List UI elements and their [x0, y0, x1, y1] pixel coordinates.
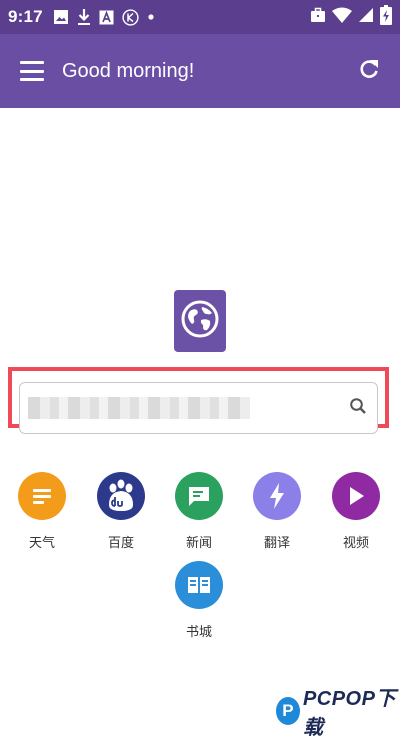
weather-lines-icon — [18, 472, 66, 520]
shortcut-video[interactable]: 视频 — [324, 472, 388, 551]
pcpop-watermark: P PCPOP下载 — [276, 682, 400, 740]
battery-charging-icon — [380, 4, 392, 30]
globe-icon — [180, 299, 220, 344]
refresh-icon[interactable] — [358, 58, 380, 85]
gallery-icon — [53, 9, 69, 25]
shortcut-label: 书城 — [185, 624, 212, 639]
shortcut-label: 新闻 — [185, 535, 212, 550]
app-bar: Good morning! — [0, 34, 400, 108]
notification-icons — [53, 8, 155, 26]
a-badge-icon — [99, 10, 114, 25]
briefcase-icon — [310, 7, 326, 28]
status-time: 9:17 — [8, 7, 43, 26]
shortcut-label: 百度 — [107, 535, 134, 550]
browser-logo — [174, 290, 226, 352]
watermark-text: PCPOP下载 — [302, 688, 396, 739]
shortcut-bookstore[interactable]: 书城 — [167, 561, 231, 640]
pcpop-logo-icon: P — [276, 697, 300, 725]
dot-icon — [147, 13, 155, 21]
search-box[interactable] — [19, 382, 378, 434]
download-icon — [77, 8, 91, 26]
shortcut-label: 视频 — [342, 535, 369, 550]
news-message-icon — [175, 472, 223, 520]
signal-icon — [358, 7, 374, 28]
shortcut-label: 翻译 — [263, 535, 290, 550]
translate-bolt-icon — [253, 472, 301, 520]
status-bar: 9:17 — [0, 0, 400, 34]
book-icon — [175, 561, 223, 609]
menu-icon[interactable] — [20, 61, 44, 81]
k-circle-icon — [122, 8, 139, 26]
greeting-title: Good morning! — [62, 59, 195, 82]
baidu-paw-icon — [97, 472, 145, 520]
search-input[interactable] — [30, 398, 349, 418]
shortcut-news[interactable]: 新闻 — [167, 472, 231, 551]
shortcut-baidu[interactable]: 百度 — [89, 472, 153, 551]
shortcut-weather[interactable]: 天气 — [10, 472, 74, 551]
wifi-icon — [332, 7, 352, 28]
shortcut-label: 天气 — [28, 535, 55, 550]
status-right-icons — [310, 4, 392, 30]
search-icon[interactable] — [349, 397, 367, 420]
shortcut-translate[interactable]: 翻译 — [245, 472, 309, 551]
video-play-icon — [332, 472, 380, 520]
